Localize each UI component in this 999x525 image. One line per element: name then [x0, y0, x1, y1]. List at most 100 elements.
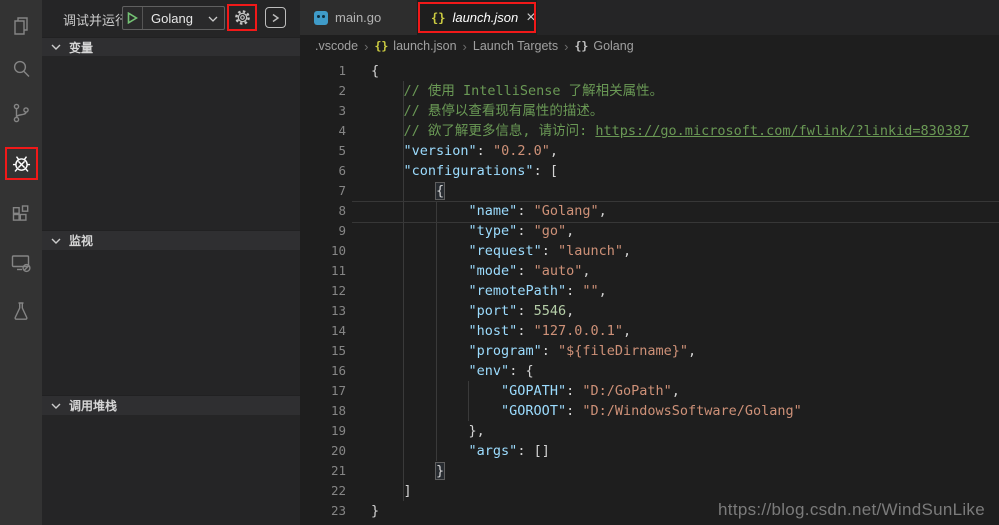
chevron-down-icon[interactable]	[208, 9, 218, 27]
code-line-17[interactable]: 17 "GOPATH": "D:/GoPath",	[300, 381, 999, 401]
line-number[interactable]: 17	[300, 381, 346, 401]
line-number[interactable]: 19	[300, 421, 346, 441]
code-text: "port": 5546,	[371, 301, 574, 321]
tab-label: launch.json	[452, 10, 518, 25]
code-text: "mode": "auto",	[371, 261, 591, 281]
code-line-22[interactable]: 22 ]	[300, 481, 999, 501]
chevron-down-icon	[51, 403, 61, 409]
extensions-icon[interactable]	[0, 194, 42, 236]
code-line-3[interactable]: 3 // 悬停以查看现有属性的描述。	[300, 101, 999, 121]
code-line-8[interactable]: 8 "name": "Golang",	[300, 201, 999, 221]
line-number[interactable]: 20	[300, 441, 346, 461]
code-text: "name": "Golang",	[371, 201, 607, 221]
section-header-watch[interactable]: 监视	[42, 230, 300, 250]
code-line-15[interactable]: 15 "program": "${fileDirname}",	[300, 341, 999, 361]
code-line-7[interactable]: 7 {	[300, 181, 999, 201]
json-file-icon: {}	[431, 11, 445, 25]
breadcrumb-file[interactable]: launch.json	[393, 39, 456, 53]
chevron-down-icon	[51, 44, 61, 50]
code-lines: 1{2 // 使用 IntelliSense 了解相关属性。3 // 悬停以查看…	[300, 61, 999, 521]
code-text: "GOPATH": "D:/GoPath",	[371, 381, 680, 401]
line-number[interactable]: 3	[300, 101, 346, 121]
code-text: "request": "launch",	[371, 241, 631, 261]
editor-tab-bar: main.go {} launch.json ×	[300, 0, 999, 35]
code-text: }	[371, 461, 444, 481]
start-debug-button[interactable]	[123, 7, 143, 29]
line-number[interactable]: 11	[300, 261, 346, 281]
code-text: "env": {	[371, 361, 534, 381]
code-line-2[interactable]: 2 // 使用 IntelliSense 了解相关属性。	[300, 81, 999, 101]
code-line-21[interactable]: 21 }	[300, 461, 999, 481]
code-line-13[interactable]: 13 "port": 5546,	[300, 301, 999, 321]
code-line-23[interactable]: 23}	[300, 501, 999, 521]
section-label: 调用堆栈	[69, 397, 117, 414]
code-text: "version": "0.2.0",	[371, 141, 558, 161]
object-symbol-icon: {}	[574, 39, 588, 53]
code-text: "remotePath": "",	[371, 281, 607, 301]
annotation-box-gear	[227, 4, 257, 31]
line-number[interactable]: 21	[300, 461, 346, 481]
remote-explorer-icon[interactable]	[0, 242, 42, 284]
line-number[interactable]: 7	[300, 181, 346, 201]
code-text: {	[371, 61, 379, 81]
line-number[interactable]: 9	[300, 221, 346, 241]
line-number[interactable]: 18	[300, 401, 346, 421]
line-number[interactable]: 14	[300, 321, 346, 341]
code-text: },	[371, 421, 485, 441]
code-line-1[interactable]: 1{	[300, 61, 999, 81]
breadcrumb-separator-icon: ›	[364, 39, 368, 54]
gear-icon[interactable]	[233, 8, 252, 27]
chevron-down-icon	[51, 238, 61, 244]
line-number[interactable]: 16	[300, 361, 346, 381]
code-line-6[interactable]: 6 "configurations": [	[300, 161, 999, 181]
line-number[interactable]: 23	[300, 501, 346, 521]
code-line-14[interactable]: 14 "host": "127.0.0.1",	[300, 321, 999, 341]
code-line-10[interactable]: 10 "request": "launch",	[300, 241, 999, 261]
debug-config-picker[interactable]: Golang	[122, 6, 225, 30]
tab-launch-json[interactable]: {} launch.json ×	[417, 0, 537, 35]
section-label: 变量	[69, 39, 93, 56]
line-number[interactable]: 2	[300, 81, 346, 101]
code-line-16[interactable]: 16 "env": {	[300, 361, 999, 381]
line-number[interactable]: 10	[300, 241, 346, 261]
code-line-18[interactable]: 18 "GOROOT": "D:/WindowsSoftware/Golang"	[300, 401, 999, 421]
line-number[interactable]: 12	[300, 281, 346, 301]
code-line-4[interactable]: 4 // 欲了解更多信息, 请访问: https://go.microsoft.…	[300, 121, 999, 141]
search-icon[interactable]	[0, 48, 42, 90]
breadcrumb-symbol-golang[interactable]: Golang	[593, 39, 633, 53]
breadcrumb: .vscode › {} launch.json › Launch Target…	[300, 35, 999, 57]
debug-sidebar: 调试并运行 Golang 变量 监视 调用堆栈	[42, 0, 300, 525]
section-header-variables[interactable]: 变量	[42, 37, 300, 56]
tab-main-go[interactable]: main.go	[300, 0, 417, 35]
breadcrumb-folder[interactable]: .vscode	[315, 39, 358, 53]
code-text: "GOROOT": "D:/WindowsSoftware/Golang"	[371, 401, 802, 421]
line-number[interactable]: 8	[300, 201, 346, 221]
line-number[interactable]: 13	[300, 301, 346, 321]
line-number[interactable]: 4	[300, 121, 346, 141]
tab-label: main.go	[335, 10, 381, 25]
debug-view-title: 调试并运行	[63, 10, 128, 29]
line-number[interactable]: 1	[300, 61, 346, 81]
code-line-5[interactable]: 5 "version": "0.2.0",	[300, 141, 999, 161]
testing-beaker-icon[interactable]	[0, 290, 42, 332]
line-number[interactable]: 22	[300, 481, 346, 501]
json-file-icon: {}	[374, 39, 388, 53]
activity-bar	[0, 0, 42, 525]
line-number[interactable]: 15	[300, 341, 346, 361]
close-icon[interactable]: ×	[526, 10, 535, 26]
line-number[interactable]: 6	[300, 161, 346, 181]
code-line-9[interactable]: 9 "type": "go",	[300, 221, 999, 241]
code-line-12[interactable]: 12 "remotePath": "",	[300, 281, 999, 301]
code-line-19[interactable]: 19 },	[300, 421, 999, 441]
breadcrumb-symbol-launch-targets[interactable]: Launch Targets	[473, 39, 558, 53]
debug-console-icon[interactable]	[265, 7, 286, 28]
code-editor[interactable]: 1{2 // 使用 IntelliSense 了解相关属性。3 // 悬停以查看…	[300, 57, 999, 525]
source-control-icon[interactable]	[0, 92, 42, 134]
code-line-20[interactable]: 20 "args": []	[300, 441, 999, 461]
debug-config-selected: Golang	[151, 11, 193, 26]
code-text: {	[371, 181, 444, 201]
line-number[interactable]: 5	[300, 141, 346, 161]
explorer-icon[interactable]	[0, 5, 42, 47]
code-line-11[interactable]: 11 "mode": "auto",	[300, 261, 999, 281]
section-header-callstack[interactable]: 调用堆栈	[42, 395, 300, 415]
